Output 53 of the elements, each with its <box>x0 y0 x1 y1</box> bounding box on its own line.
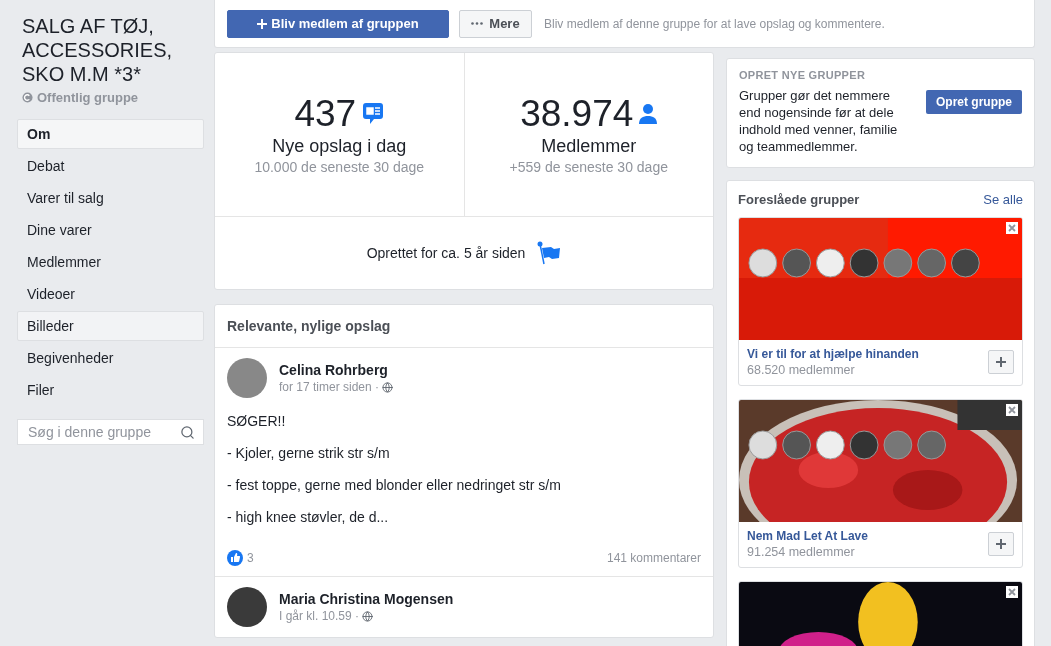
like-icon <box>227 550 243 566</box>
feed-title: Relevante, nylige opslag <box>215 305 713 348</box>
privacy-label: Offentlig gruppe <box>37 90 139 105</box>
nav-item[interactable]: Billeder <box>17 311 204 341</box>
stat-label: Medlemmer <box>541 136 637 157</box>
join-hint: Bliv medlem af denne gruppe for at lave opslag og kommentere. <box>544 16 885 31</box>
stat-value: 437 <box>294 94 357 134</box>
ellipsis-icon <box>471 22 484 25</box>
join-button[interactable] <box>988 532 1014 556</box>
stat-subtext: 10.000 de seneste 30 dage <box>254 159 425 175</box>
author-name[interactable]: Maria Christina Mogensen <box>279 591 454 607</box>
stat-subtext: +559 de seneste 30 dage <box>509 159 668 175</box>
nav-item[interactable]: Begivenheder <box>17 343 204 373</box>
card-heading: OPRET NYE GRUPPER <box>739 69 867 81</box>
plus-icon <box>996 539 1006 549</box>
group-name[interactable]: Vi er til for at hjælpe hinanden <box>747 347 919 361</box>
group-title: SALG AF TØJ, ACCESSORIES, SKO M.M *3* <box>22 14 174 86</box>
nav-item[interactable]: Filer <box>17 375 204 405</box>
see-all-link[interactable]: Se alle <box>983 191 1023 207</box>
create-group-button[interactable]: Opret gruppe <box>926 90 1022 114</box>
nav-item[interactable]: Videoer <box>17 279 204 309</box>
plus-icon <box>996 357 1006 367</box>
post-text: SØGER!! <box>227 412 287 430</box>
nav-item[interactable]: Dine varer <box>17 215 204 245</box>
stat-value: 38.974 <box>520 94 634 134</box>
nav-item[interactable]: Debat <box>17 151 204 181</box>
member-count: 91.254 medlemmer <box>747 545 856 559</box>
more-button[interactable]: Mere <box>459 9 532 38</box>
close-icon[interactable] <box>1006 222 1018 234</box>
join-group-button[interactable]: Bliv medlem af gruppen <box>227 9 449 38</box>
post-text: - high knee støvler, de d... <box>227 508 390 526</box>
search-field[interactable]: Søg i denne gruppe <box>17 419 204 445</box>
member-count: 68.520 medlemmer <box>747 363 856 377</box>
avatar[interactable] <box>227 587 267 627</box>
message-icon <box>362 102 385 126</box>
post-text: - fest toppe, gerne med blonder eller nedringet str s/m <box>227 476 562 494</box>
stat-label: Nye opslag i dag <box>272 136 407 157</box>
group-name[interactable]: Nem Mad Let At Lave <box>747 529 868 543</box>
plus-icon <box>257 18 268 29</box>
post-text: - Kjoler, gerne strik str s/m <box>227 444 391 462</box>
nav-item[interactable]: Varer til salg <box>17 183 204 213</box>
create-group-text: Grupper gør det nemmere end nogensinde før at dele indhold med venner, familie og teammedlemmer. <box>739 87 899 155</box>
nav-item[interactable]: Medlemmer <box>17 247 204 277</box>
card-heading: Foreslåede grupper <box>738 191 860 207</box>
person-icon <box>639 104 658 124</box>
author-name[interactable]: Celina Rohrberg <box>279 362 394 378</box>
close-icon[interactable] <box>1006 586 1018 598</box>
search-icon <box>180 424 195 440</box>
created-text: Oprettet for ca. 5 år siden <box>366 245 526 261</box>
close-icon[interactable] <box>1006 404 1018 416</box>
nav-item[interactable]: Om <box>17 119 204 149</box>
flag-icon <box>537 241 562 265</box>
join-button[interactable] <box>988 350 1014 374</box>
